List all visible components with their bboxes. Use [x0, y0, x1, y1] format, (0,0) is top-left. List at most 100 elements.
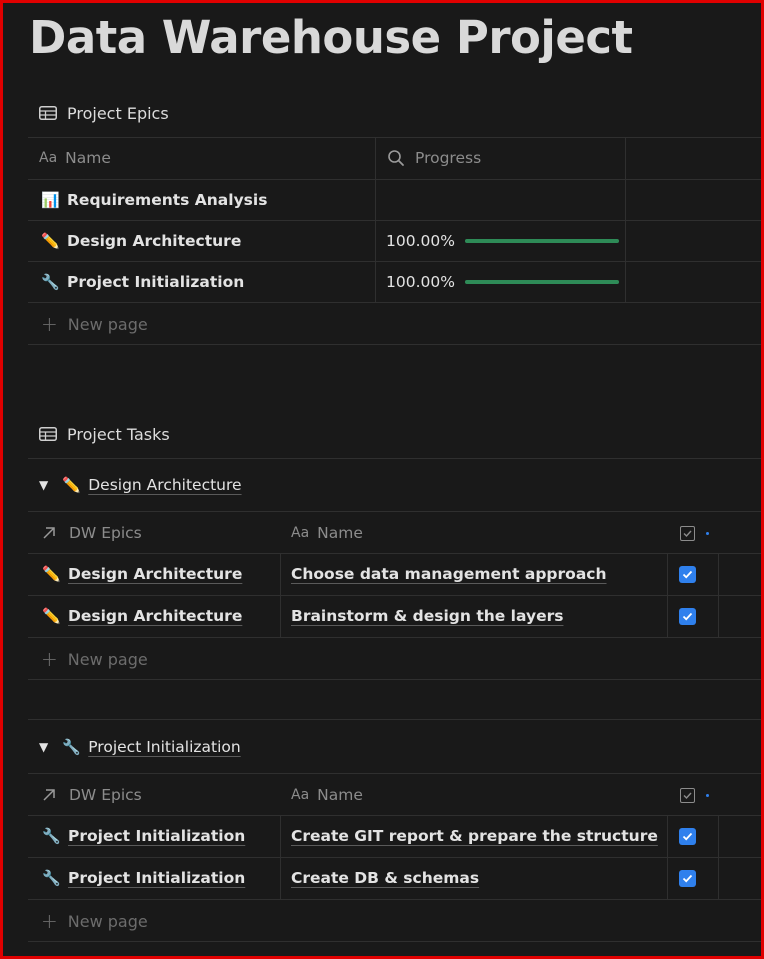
column-divider: [625, 137, 626, 302]
task-done-checkbox[interactable]: [679, 596, 696, 636]
task-name[interactable]: Choose data management approach: [291, 554, 607, 594]
checkbox-checked[interactable]: [679, 607, 696, 625]
task-name-link[interactable]: Create GIT report & prepare the structur…: [291, 827, 658, 845]
epics-database-title[interactable]: Project Epics: [39, 102, 169, 124]
progress-bar: [464, 239, 619, 243]
epics-title-label: Project Epics: [67, 103, 169, 123]
text-property-icon: Aa: [291, 525, 310, 541]
task-epic[interactable]: ✏️ Design Architecture: [42, 554, 242, 594]
tasks-header-name[interactable]: Aa Name: [291, 775, 363, 815]
checkbox-checked[interactable]: [679, 869, 696, 887]
task-name[interactable]: Create DB & schemas: [291, 858, 479, 898]
progress-value: 100.00%: [386, 273, 455, 291]
wrench-icon: 🔧: [41, 273, 60, 291]
column-divider: [718, 815, 719, 899]
task-epic[interactable]: ✏️ Design Architecture: [42, 596, 242, 636]
divider: [28, 302, 761, 303]
epics-header-name-label: Name: [65, 149, 111, 167]
tasks-header-done[interactable]: [680, 513, 695, 553]
divider: [28, 773, 761, 774]
task-done-checkbox[interactable]: [679, 816, 696, 856]
arrow-up-right-icon: [43, 527, 55, 539]
checkbox-checked[interactable]: [679, 827, 696, 845]
divider: [28, 458, 761, 459]
epics-header-name[interactable]: Aa Name: [39, 138, 111, 178]
group-header-design-architecture[interactable]: ▼ ✏️ Design Architecture: [39, 473, 242, 497]
divider: [28, 679, 761, 680]
triangle-down-icon[interactable]: ▼: [39, 740, 48, 754]
epics-new-page-button[interactable]: + New page: [41, 304, 148, 344]
bar-chart-icon: 📊: [41, 191, 60, 209]
task-name[interactable]: Brainstorm & design the layers: [291, 596, 563, 636]
column-divider: [280, 553, 281, 637]
task-epic-link[interactable]: Design Architecture: [68, 565, 242, 583]
task-name[interactable]: Create GIT report & prepare the structur…: [291, 816, 658, 856]
divider: [28, 899, 761, 900]
pencil-icon: ✏️: [42, 607, 61, 625]
tasks-header-name-label: Name: [317, 524, 363, 542]
epic-name[interactable]: Design Architecture: [67, 232, 241, 250]
column-divider: [375, 137, 376, 302]
checkbox-checked[interactable]: [679, 565, 696, 583]
task-name-link[interactable]: Create DB & schemas: [291, 869, 479, 887]
group-new-page-button[interactable]: + New page: [41, 901, 148, 941]
progress-bar: [464, 280, 619, 284]
task-name-link[interactable]: Brainstorm & design the layers: [291, 607, 563, 625]
column-divider: [718, 553, 719, 637]
plus-icon: +: [41, 909, 58, 933]
divider: [28, 719, 761, 720]
pencil-icon: ✏️: [62, 476, 81, 494]
task-epic[interactable]: 🔧 Project Initialization: [42, 858, 245, 898]
epic-name[interactable]: Project Initialization: [67, 273, 244, 291]
tasks-header-name-label: Name: [317, 786, 363, 804]
epic-row-name[interactable]: 📊 Requirements Analysis: [41, 180, 267, 220]
divider: [28, 344, 761, 345]
epic-row-name[interactable]: 🔧 Project Initialization: [41, 262, 244, 302]
task-epic-link[interactable]: Design Architecture: [68, 607, 242, 625]
page-title: Data Warehouse Project: [29, 11, 633, 64]
tasks-header-epics-label: DW Epics: [69, 786, 142, 804]
checkbox-icon: [680, 787, 695, 803]
task-epic[interactable]: 🔧 Project Initialization: [42, 816, 245, 856]
group-header-project-initialization[interactable]: ▼ 🔧 Project Initialization: [39, 735, 241, 759]
group-label[interactable]: Design Architecture: [88, 476, 241, 494]
checkbox-icon: [680, 525, 695, 541]
group-new-page-button[interactable]: + New page: [41, 639, 148, 679]
new-page-label: New page: [67, 649, 148, 669]
tasks-header-done[interactable]: [680, 775, 695, 815]
task-done-checkbox[interactable]: [679, 858, 696, 898]
new-page-label: New page: [67, 314, 148, 334]
pencil-icon: ✏️: [42, 565, 61, 583]
tasks-title-label: Project Tasks: [67, 424, 170, 444]
text-property-icon: Aa: [291, 787, 310, 803]
progress-bar-fill: [464, 280, 619, 284]
divider: [28, 637, 761, 638]
task-done-checkbox[interactable]: [679, 554, 696, 594]
tasks-header-name[interactable]: Aa Name: [291, 513, 363, 553]
column-divider: [667, 553, 668, 637]
page: Data Warehouse Project Project Epics Aa …: [3, 3, 761, 956]
plus-icon: +: [41, 647, 58, 671]
tasks-header-epics-label: DW Epics: [69, 524, 142, 542]
epic-row-name[interactable]: ✏️ Design Architecture: [41, 221, 241, 261]
task-name-link[interactable]: Choose data management approach: [291, 565, 607, 583]
triangle-down-icon[interactable]: ▼: [39, 478, 48, 492]
task-epic-link[interactable]: Project Initialization: [68, 869, 245, 887]
group-label[interactable]: Project Initialization: [88, 738, 240, 756]
arrow-up-right-icon: [43, 789, 55, 801]
table-icon: [39, 427, 57, 441]
tasks-header-epics[interactable]: DW Epics: [41, 775, 142, 815]
column-divider: [667, 815, 668, 899]
tasks-header-epics[interactable]: DW Epics: [41, 513, 142, 553]
dot-icon: [706, 793, 709, 797]
tasks-database-title[interactable]: Project Tasks: [39, 423, 170, 445]
divider: [28, 941, 761, 942]
column-overflow-indicator: [706, 775, 709, 815]
epic-progress: 100.00%: [386, 262, 619, 302]
epic-name[interactable]: Requirements Analysis: [67, 191, 267, 209]
task-epic-link[interactable]: Project Initialization: [68, 827, 245, 845]
divider: [28, 511, 761, 512]
search-icon: [388, 150, 404, 166]
epics-header-progress[interactable]: Progress: [387, 138, 481, 178]
epics-header-progress-label: Progress: [415, 149, 482, 167]
